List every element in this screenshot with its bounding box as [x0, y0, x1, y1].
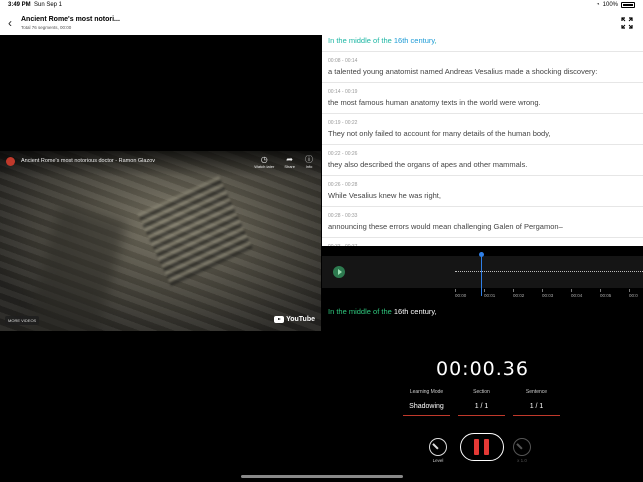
transcript-segment[interactable]: 00:22 - 00:26 they also described the or… [322, 145, 643, 176]
level-gauge-icon [429, 438, 447, 456]
speed-label: x 1.0 [517, 458, 527, 463]
active-text-before: In the middle of the [328, 36, 394, 45]
waveform-track[interactable] [322, 252, 643, 296]
clock-icon: ◷ [260, 155, 268, 164]
video-player[interactable]: Ancient Rome's most notorious doctor - R… [0, 35, 321, 331]
segment-time: 00:28 - 00:33 [328, 213, 358, 219]
info-icon: ⓘ [305, 155, 313, 164]
channel-avatar[interactable] [6, 157, 15, 166]
transcript-segment[interactable]: 00:33 - 00:37 [322, 238, 643, 246]
segment-time: 00:22 - 00:26 [328, 151, 358, 157]
level-button[interactable]: Level [427, 438, 449, 463]
segment-text: they also described the organs of apes a… [328, 160, 528, 169]
pause-button[interactable] [460, 433, 504, 461]
battery-percent: 100% [602, 2, 618, 8]
play-button[interactable] [333, 266, 345, 278]
remaining-words: 16th century, [391, 307, 437, 316]
active-text-after: , [434, 36, 437, 45]
section-value[interactable]: 1 / 1 [458, 403, 505, 416]
page-title: Ancient Rome's most notori... [21, 16, 120, 23]
segment-time: 00:19 - 00:22 [328, 120, 358, 126]
watch-later-label: Watch later [254, 164, 275, 169]
more-videos-button[interactable]: MORE VIDEOS [5, 316, 40, 325]
status-right: ◔ 100% [596, 2, 635, 8]
waveform-line [455, 271, 643, 272]
video-scene-detail [137, 175, 253, 287]
sentence-value[interactable]: 1 / 1 [513, 403, 560, 416]
sentence-selector[interactable]: Sentence 1 / 1 [513, 389, 560, 416]
segment-text: the most famous human anatomy texts in t… [328, 98, 541, 107]
page-subtitle: Total 76 segments, 00:00 [21, 25, 72, 30]
segment-time: 00:14 - 00:19 [328, 89, 358, 95]
transcript-segment[interactable]: 00:08 - 00:14 a talented young anatomist… [322, 52, 643, 83]
segment-text: a talented young anatomist named Andreas… [328, 67, 598, 76]
battery-icon [621, 2, 635, 8]
tick-label: 00:0 [629, 289, 638, 298]
video-title[interactable]: Ancient Rome's most notorious doctor - R… [21, 158, 155, 164]
recording-timer: 00:00.36 [436, 358, 529, 380]
wifi-icon: ◔ [596, 2, 600, 8]
section-selector[interactable]: Section 1 / 1 [458, 389, 505, 416]
learning-mode-selector[interactable]: Learning Mode Shadowing [403, 389, 450, 416]
transcript-segment[interactable]: 00:19 - 00:22 They not only failed to ac… [322, 114, 643, 145]
sentence-label: Sentence [525, 389, 548, 395]
fullscreen-icon[interactable] [621, 17, 633, 29]
section-label: Section [473, 389, 490, 395]
youtube-play-icon [274, 316, 285, 323]
segment-time: 00:26 - 00:28 [328, 182, 358, 188]
speed-button[interactable]: x 1.0 [511, 438, 533, 463]
share-icon: ➦ [286, 155, 293, 164]
segment-text: While Vesalius knew he was right, [328, 191, 441, 200]
status-time: 3:49 PM [8, 2, 31, 8]
tick-label: 00:01 [484, 289, 496, 298]
tick-label: 00:00 [455, 289, 467, 298]
transcript-segment[interactable]: 00:14 - 00:19 the most famous human anat… [322, 83, 643, 114]
mode-selectors: Learning Mode Shadowing Section 1 / 1 Se… [403, 389, 560, 416]
current-sentence: In the middle of the 16th century, [328, 307, 437, 316]
status-bar: 3:49 PM Sun Sep 1 ◔ 100% [0, 0, 643, 12]
segment-time: 00:08 - 00:14 [328, 58, 358, 64]
youtube-logo[interactable]: YouTube [274, 316, 315, 323]
share-label: Share [284, 164, 295, 169]
tick-label: 00:04 [571, 289, 583, 298]
speed-gauge-icon [513, 438, 531, 456]
transcript-list[interactable]: In the middle of the 16th century, 00:08… [322, 35, 643, 246]
timeline-ticks: 00:00 00:01 00:02 00:03 00:04 00:05 00:0 [322, 289, 643, 301]
segment-text: announcing these errors would mean chall… [328, 222, 563, 231]
segment-time: 00:33 - 00:37 [328, 238, 637, 246]
status-date: Sun Sep 1 [34, 2, 63, 8]
app-header: ‹ Ancient Rome's most notori... Total 76… [0, 12, 643, 35]
share-button[interactable]: ➦ Share [284, 155, 295, 169]
info-button[interactable]: ⓘ Info [305, 155, 313, 169]
home-indicator[interactable] [241, 475, 403, 478]
youtube-wordmark: YouTube [286, 316, 315, 323]
transcript-segment[interactable]: 00:28 - 00:33 announcing these errors wo… [322, 207, 643, 238]
learning-mode-value[interactable]: Shadowing [403, 403, 450, 416]
learning-mode-label: Learning Mode [409, 389, 444, 395]
pause-icon [474, 439, 479, 455]
segment-text: They not only failed to account for many… [328, 129, 551, 138]
spoken-words: In the middle of the [328, 307, 392, 316]
video-scene [23, 204, 127, 331]
tick-label: 00:02 [513, 289, 525, 298]
info-label: Info [305, 164, 313, 169]
segment-text-active: In the middle of the 16th century, [328, 35, 637, 51]
watch-later-button[interactable]: ◷ Watch later [254, 155, 274, 169]
active-text-highlight: 16th century [393, 36, 435, 45]
video-frame[interactable]: Ancient Rome's most notorious doctor - R… [0, 151, 321, 331]
transcript-segment-active[interactable]: In the middle of the 16th century, [322, 35, 643, 52]
back-chevron-icon[interactable]: ‹ [8, 16, 12, 30]
transcript-segment[interactable]: 00:26 - 00:28 While Vesalius knew he was… [322, 176, 643, 207]
level-label: Level [432, 458, 444, 463]
pause-icon [484, 439, 489, 455]
tick-label: 00:03 [542, 289, 554, 298]
tick-label: 00:05 [600, 289, 612, 298]
video-actions: ◷ Watch later ➦ Share ⓘ Info [254, 155, 313, 169]
